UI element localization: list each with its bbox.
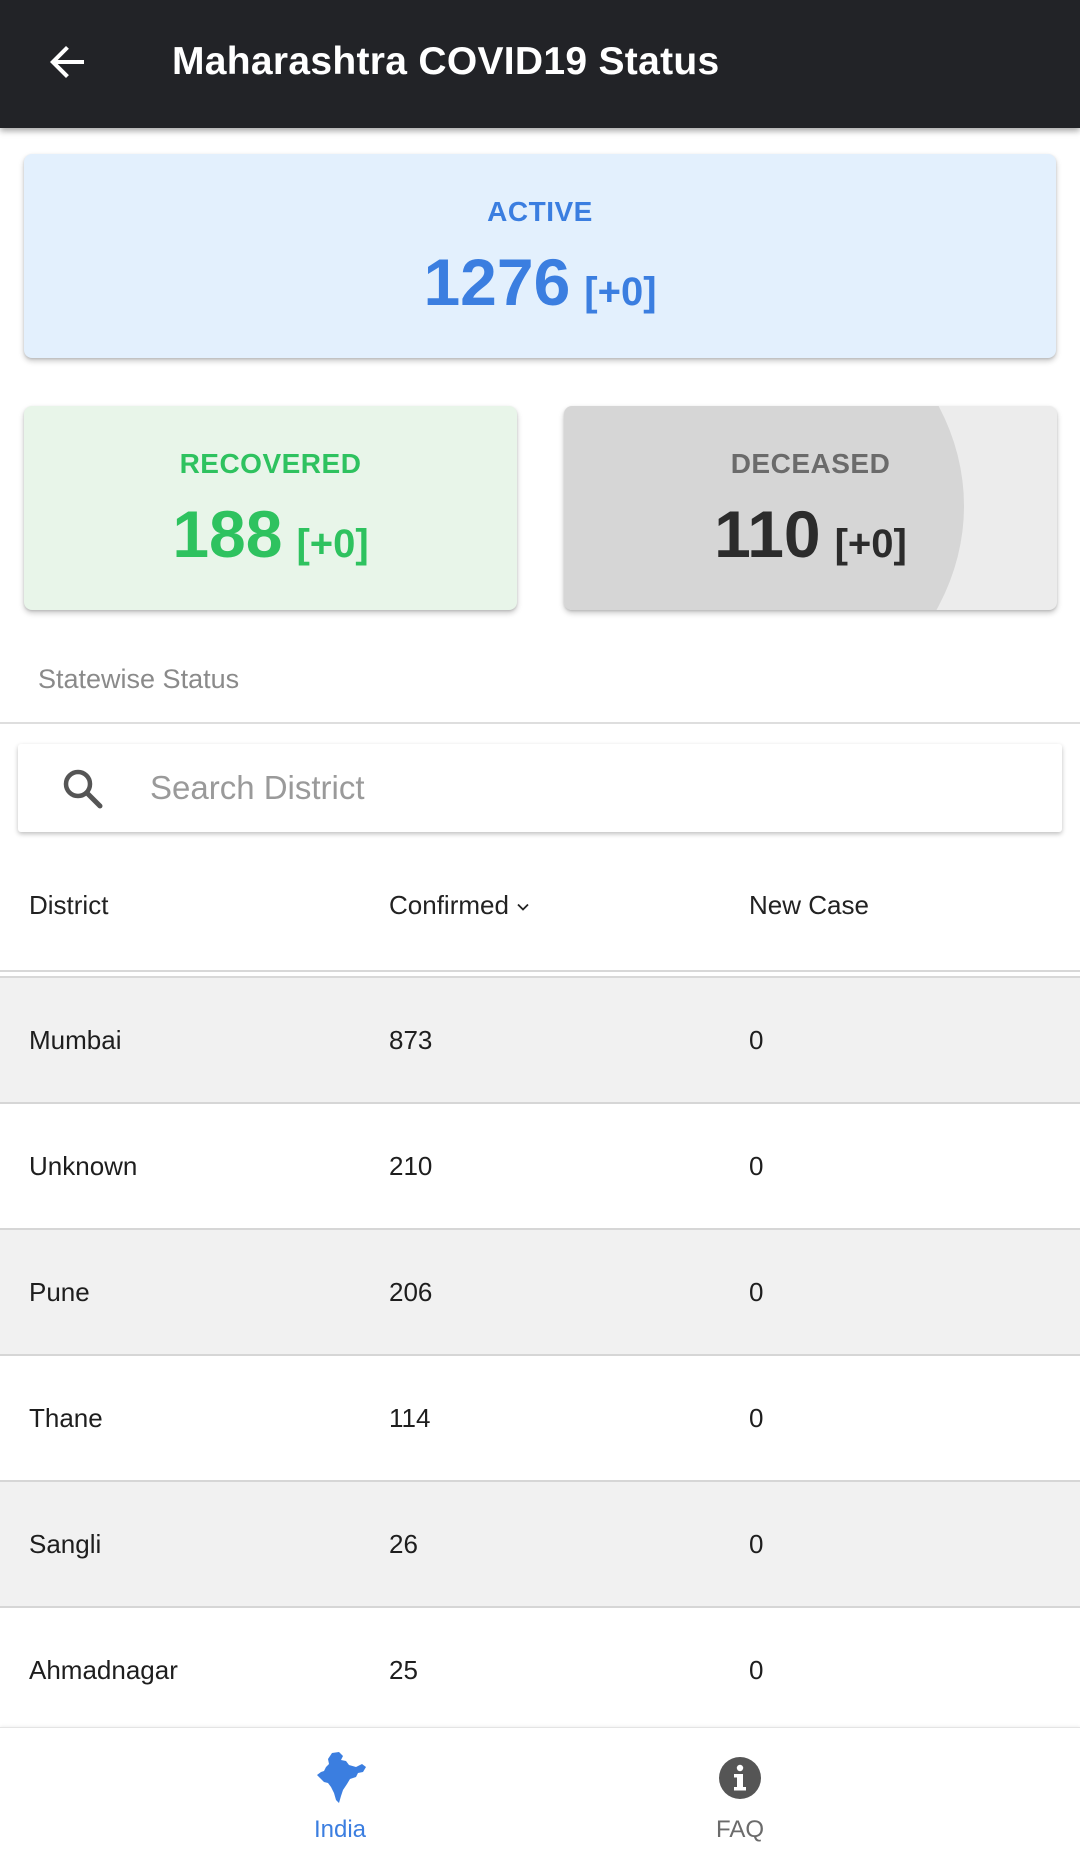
deceased-card: DECEASED 110 [+0]	[564, 406, 1057, 610]
table-row[interactable]: Unknown 210 0	[0, 1104, 1080, 1230]
column-header-confirmed-label: Confirmed	[389, 890, 509, 920]
column-header-new-case[interactable]: New Case	[749, 846, 869, 970]
deceased-delta: [+0]	[834, 522, 907, 566]
nav-item-faq[interactable]: FAQ	[640, 1728, 840, 1858]
back-button[interactable]	[36, 30, 100, 94]
search-icon	[63, 769, 103, 809]
recovered-delta: [+0]	[296, 522, 369, 566]
new-case-cell: 0	[749, 1277, 764, 1307]
active-count: 1276	[423, 245, 571, 319]
recovered-value-group: 188 [+0]	[24, 496, 517, 572]
search-bar	[18, 744, 1062, 832]
arrow-left-icon	[50, 46, 84, 78]
deceased-value-group: 110 [+0]	[564, 496, 1057, 572]
column-header-new-case-label: New Case	[749, 890, 869, 920]
confirmed-cell: 26	[389, 1529, 418, 1559]
nav-item-india[interactable]: India	[240, 1728, 440, 1858]
table-row[interactable]: Ahmadnagar 25 0	[0, 1608, 1080, 1734]
app-root: Maharashtra COVID19 Status ACTIVE 1276 [+…	[0, 0, 1080, 1858]
table-header-divider	[0, 970, 1080, 972]
search-input[interactable]	[148, 744, 1028, 832]
confirmed-cell: 25	[389, 1655, 418, 1685]
district-cell: Thane	[29, 1403, 103, 1433]
info-icon	[719, 1757, 761, 1799]
district-cell: Sangli	[29, 1529, 102, 1559]
district-cell: Mumbai	[29, 1025, 122, 1055]
table-row[interactable]: Pune 206 0	[0, 1230, 1080, 1356]
column-header-district-label: District	[29, 890, 109, 920]
district-table-body: Mumbai 873 0 Unknown 210 0 Pune 206 0 Th…	[0, 978, 1080, 1734]
new-case-cell: 0	[749, 1025, 764, 1055]
table-header: District Confirmed New Case	[0, 846, 1080, 970]
active-label: ACTIVE	[487, 196, 593, 227]
column-header-district[interactable]: District	[29, 846, 108, 970]
recovered-label: RECOVERED	[179, 448, 362, 479]
new-case-cell: 0	[749, 1655, 764, 1685]
active-card: ACTIVE 1276 [+0]	[24, 154, 1056, 358]
column-header-confirmed[interactable]: Confirmed	[389, 846, 531, 970]
page-title: Maharashtra COVID19 Status	[172, 40, 720, 83]
district-cell: Pune	[29, 1277, 90, 1307]
active-value-group: 1276 [+0]	[24, 244, 1056, 320]
confirmed-cell: 206	[389, 1277, 433, 1307]
india-map-icon	[317, 1752, 366, 1803]
active-delta: [+0]	[584, 270, 657, 314]
app-bar: Maharashtra COVID19 Status	[0, 0, 1080, 128]
confirmed-cell: 114	[389, 1403, 431, 1433]
confirmed-cell: 873	[389, 1025, 433, 1055]
recovered-card: RECOVERED 188 [+0]	[24, 406, 517, 610]
district-cell: Ahmadnagar	[29, 1655, 178, 1685]
recovered-count: 188	[172, 497, 283, 571]
new-case-cell: 0	[749, 1151, 764, 1181]
section-divider	[0, 722, 1080, 724]
nav-label-india: India	[313, 1816, 367, 1843]
bottom-navigation: India FAQ	[0, 1727, 1080, 1858]
deceased-count: 110	[714, 497, 821, 571]
section-title: Statewise Status	[38, 664, 240, 694]
table-row[interactable]: Mumbai 873 0	[0, 978, 1080, 1104]
confirmed-cell: 210	[389, 1151, 433, 1181]
deceased-label: DECEASED	[730, 448, 891, 479]
chevron-down-icon	[517, 903, 529, 911]
table-row[interactable]: Thane 114 0	[0, 1356, 1080, 1482]
nav-label-faq: FAQ	[715, 1816, 764, 1843]
district-cell: Unknown	[29, 1151, 138, 1181]
new-case-cell: 0	[749, 1529, 764, 1559]
new-case-cell: 0	[749, 1403, 764, 1433]
table-row[interactable]: Sangli 26 0	[0, 1482, 1080, 1608]
